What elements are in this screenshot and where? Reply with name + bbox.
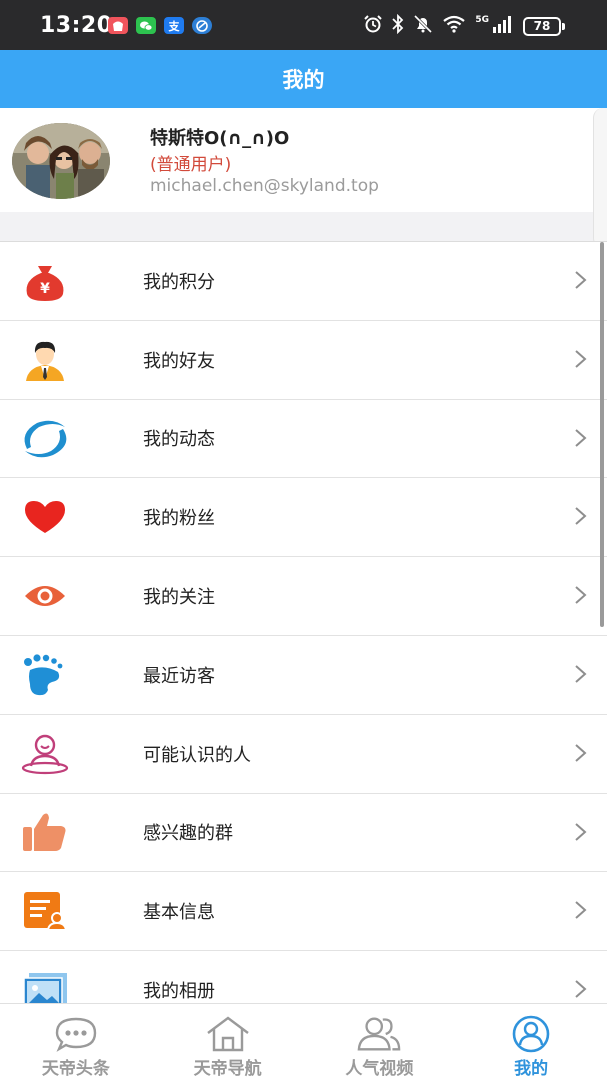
- chevron-right-icon: [575, 586, 587, 604]
- friend-person-icon: [0, 321, 90, 399]
- edge-panel-handle[interactable]: [593, 108, 607, 248]
- menu-label: 我的关注: [143, 587, 215, 609]
- profile-icon: [508, 1014, 554, 1054]
- menu-label: 最近访客: [143, 665, 215, 687]
- tab-mine[interactable]: 我的: [455, 1004, 607, 1080]
- eye-icon: [0, 557, 90, 635]
- notification-icons: 支: [108, 17, 212, 34]
- wechat-app-icon: [136, 17, 156, 34]
- menu-item-following[interactable]: 我的关注: [0, 557, 607, 636]
- browser-app-icon: [192, 17, 212, 34]
- status-bar: 13:20 支 5G 78: [0, 0, 607, 50]
- menu-item-points[interactable]: ¥ 我的积分: [0, 242, 607, 321]
- alipay-app-icon: 支: [164, 17, 184, 34]
- tab-label: 人气视频: [345, 1059, 414, 1079]
- tab-label: 天帝导航: [193, 1059, 262, 1079]
- signal-icon: [492, 15, 514, 37]
- tab-label: 我的: [514, 1059, 549, 1079]
- system-icons: 5G 78: [363, 13, 565, 38]
- person-location-icon: [0, 715, 90, 793]
- menu-item-people-you-may-know[interactable]: 可能认识的人: [0, 714, 607, 794]
- chevron-right-icon: [575, 822, 587, 841]
- chevron-right-icon: [575, 744, 587, 762]
- tab-popular-videos[interactable]: 人气视频: [304, 1004, 456, 1080]
- menu-label: 我的动态: [143, 429, 215, 451]
- chevron-right-icon: [575, 507, 587, 526]
- menu-label: 我的相册: [143, 981, 215, 1003]
- menu-list: ¥ 我的积分 我的好友 我的动态 我的粉丝 我的关注 最近访客 可能认识的人 感…: [0, 241, 607, 1003]
- shopping-app-icon: [108, 17, 128, 34]
- profile-email: michael.chen@skyland.top: [150, 176, 379, 196]
- chevron-right-icon: [575, 428, 587, 447]
- bottom-tab-bar: 天帝头条 天帝导航 人气视频 我的: [0, 1003, 607, 1080]
- chevron-right-icon: [575, 665, 587, 683]
- battery-icon: 78: [523, 16, 565, 36]
- menu-label: 我的积分: [143, 271, 215, 293]
- bluetooth-icon: [392, 13, 404, 38]
- chevron-right-icon: [575, 980, 587, 998]
- people-icon: [356, 1014, 402, 1054]
- menu-label: 基本信息: [143, 902, 215, 924]
- money-bag-icon: ¥: [0, 242, 90, 320]
- menu-item-activity[interactable]: 我的动态: [0, 399, 607, 479]
- chevron-right-icon: [575, 271, 587, 289]
- svg-text:¥: ¥: [40, 281, 50, 297]
- page-header: 我的: [0, 50, 607, 108]
- tab-headlines[interactable]: 天帝头条: [0, 1004, 152, 1080]
- footprint-icon: [0, 636, 90, 714]
- alarm-icon: [363, 14, 383, 38]
- swirl-activity-icon: [0, 400, 90, 478]
- chevron-right-icon: [575, 901, 587, 920]
- menu-item-interest-groups[interactable]: 感兴趣的群: [0, 793, 607, 873]
- network-type: 5G: [475, 14, 489, 25]
- scrollbar[interactable]: [600, 242, 604, 627]
- menu-item-basic-info[interactable]: 基本信息: [0, 872, 607, 952]
- battery-level: 78: [523, 16, 561, 36]
- avatar[interactable]: [12, 123, 110, 199]
- chevron-right-icon: [575, 350, 587, 368]
- mute-icon: [413, 14, 433, 38]
- tab-navigation[interactable]: 天帝导航: [152, 1004, 304, 1080]
- profile-name: 特斯特O(∩_∩)O: [150, 128, 290, 149]
- status-time: 13:20: [40, 13, 113, 38]
- wifi-icon: [442, 15, 466, 37]
- menu-item-fans[interactable]: 我的粉丝: [0, 478, 607, 558]
- menu-label: 感兴趣的群: [143, 823, 233, 845]
- home-icon: [205, 1014, 251, 1054]
- tab-label: 天帝头条: [41, 1059, 110, 1079]
- profile-card[interactable]: 特斯特O(∩_∩)O (普通用户) michael.chen@skyland.t…: [0, 108, 607, 248]
- menu-item-visitors[interactable]: 最近访客: [0, 635, 607, 715]
- menu-item-friends[interactable]: 我的好友: [0, 320, 607, 400]
- menu-label: 我的好友: [143, 350, 215, 372]
- chat-bubble-icon: [53, 1014, 99, 1054]
- menu-label: 可能认识的人: [143, 744, 251, 766]
- menu-item-album[interactable]: 我的相册: [0, 951, 607, 1003]
- page-title: 我的: [282, 68, 325, 92]
- info-document-icon: [0, 872, 90, 950]
- heart-icon: [0, 478, 90, 556]
- thumbs-up-icon: [0, 793, 90, 871]
- menu-label: 我的粉丝: [143, 508, 215, 530]
- photo-album-icon: [0, 951, 90, 1003]
- profile-role: (普通用户): [150, 155, 232, 175]
